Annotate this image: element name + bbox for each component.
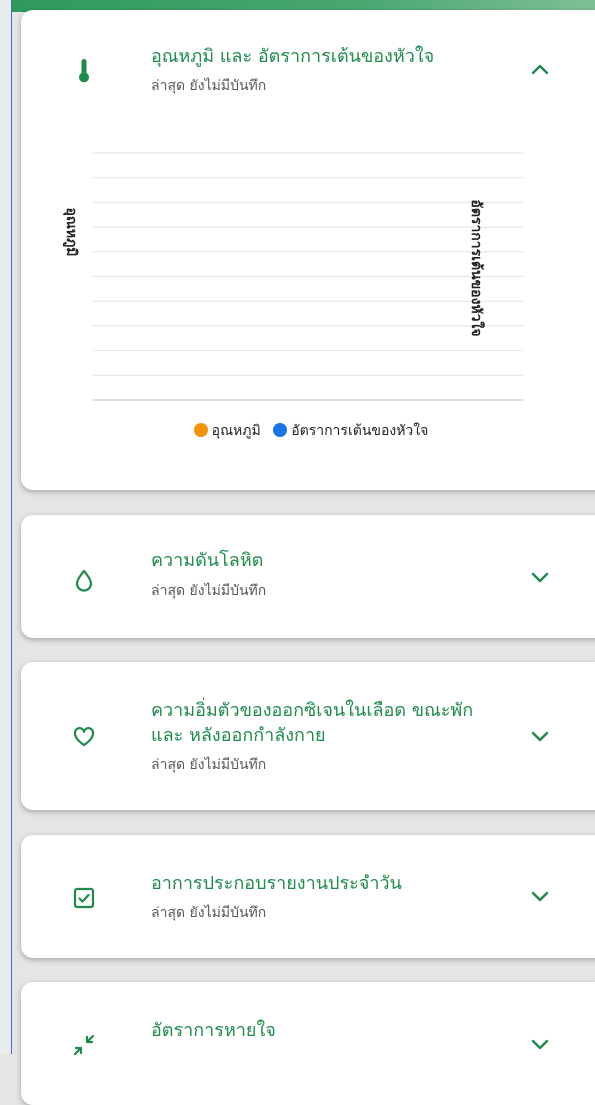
- card-daily-symptoms[interactable]: อาการประกอบรายงานประจำวัน ล่าสุด ยังไม่ม…: [21, 835, 595, 958]
- card-temperature-heart-rate: อุณหภูมิ และ อัตราการเต้นของหัวใจ ล่าสุด…: [21, 10, 595, 490]
- window-left-edge: [0, 0, 12, 1054]
- droplet-icon: [71, 567, 97, 593]
- chevron-down-icon[interactable]: [528, 884, 552, 908]
- y-axis-label-right: อัตราการเต้นของหัวใจ: [468, 199, 484, 337]
- vitals-chart: [93, 152, 523, 401]
- legend-dot-temperature: [193, 423, 208, 437]
- card-subtitle: ล่าสุด ยังไม่มีบันทึก: [151, 757, 267, 773]
- card-title: อุณหภูมิ และ อัตราการเต้นของหัวใจ: [151, 46, 435, 67]
- chevron-down-icon[interactable]: [528, 724, 552, 748]
- card-title: ความอิ่มตัวของออกซิเจนในเลือด ขณะพัก และ…: [151, 698, 531, 748]
- chart-legend: อุณหภูมิ อัตราการเต้นของหัวใจ: [21, 420, 595, 442]
- card-subtitle: ล่าสุด ยังไม่มีบันทึก: [151, 583, 267, 599]
- heart-icon: [71, 724, 97, 750]
- card-title-line-1: ความอิ่มตัวของออกซิเจนในเลือด ขณะพัก: [151, 700, 474, 721]
- card-blood-pressure[interactable]: ความดันโลหิต ล่าสุด ยังไม่มีบันทึก: [21, 515, 595, 638]
- card-subtitle: ล่าสุด ยังไม่มีบันทึก: [151, 905, 267, 921]
- card-subtitle: ล่าสุด ยังไม่มีบันทึก: [151, 78, 267, 94]
- card-oxygen-saturation[interactable]: ความอิ่มตัวของออกซิเจนในเลือด ขณะพัก และ…: [21, 662, 595, 810]
- chevron-up-icon[interactable]: [528, 58, 552, 82]
- compress-arrows-icon: [71, 1032, 97, 1058]
- chevron-down-icon[interactable]: [528, 1032, 552, 1056]
- chevron-down-icon[interactable]: [528, 565, 552, 589]
- card-title: อัตราการหายใจ: [151, 1020, 276, 1041]
- card-title: อาการประกอบรายงานประจำวัน: [151, 873, 402, 894]
- legend-label: อัตราการเต้นของหัวใจ: [291, 423, 429, 439]
- legend-label: อุณหภูมิ: [211, 423, 261, 439]
- thermometer-icon: [71, 58, 97, 84]
- card-respiratory-rate[interactable]: อัตราการหายใจ: [21, 982, 595, 1105]
- card-title: ความดันโลหิต: [151, 550, 264, 571]
- legend-item-heart-rate[interactable]: อัตราการเต้นของหัวใจ: [273, 420, 428, 442]
- card-title-line-2: และ หลังออกกำลังกาย: [151, 725, 326, 746]
- legend-item-temperature[interactable]: อุณหภูมิ: [193, 420, 261, 442]
- legend-dot-heart-rate: [273, 423, 288, 437]
- checkbox-icon: [71, 885, 97, 911]
- y-axis-label-left: อุณหภูมิ: [63, 207, 79, 257]
